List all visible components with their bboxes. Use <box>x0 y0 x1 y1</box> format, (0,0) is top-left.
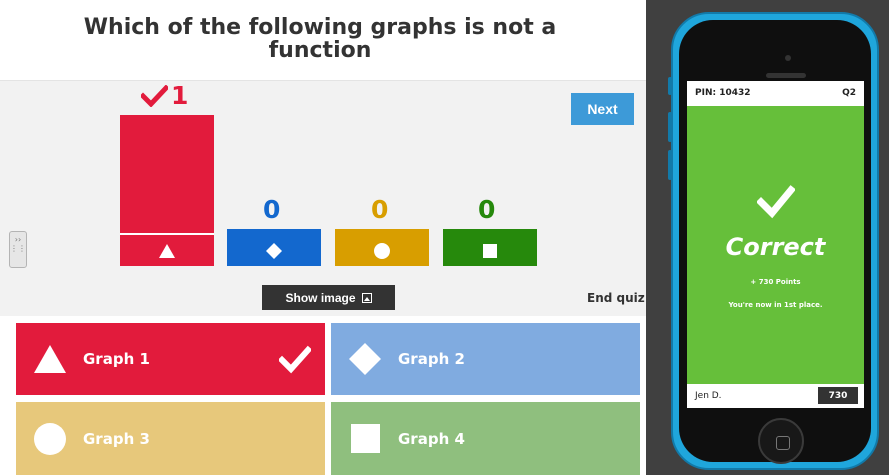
check-icon <box>141 85 168 107</box>
result-panel: Correct + 730 Points You're now in 1st p… <box>687 106 864 384</box>
side-panel-handle[interactable]: ›› ⋮⋮ <box>9 231 27 268</box>
bar-count-label: 0 <box>478 195 496 224</box>
answer-tile-graph-3[interactable]: Graph 3 <box>16 402 325 475</box>
bar-shape-base <box>335 235 429 266</box>
game-pin: PIN: 10432 <box>695 88 751 98</box>
correct-check-icon <box>279 345 311 374</box>
image-icon <box>361 292 372 303</box>
phone-speaker <box>766 73 806 78</box>
results-bar-diamond <box>227 229 321 266</box>
player-screen: PIN: 10432 Q2 Correct + 730 Points You'r… <box>687 81 864 408</box>
player-name: Jen D. <box>695 391 722 401</box>
diamond-icon <box>266 242 282 259</box>
points-earned: + 730 Points <box>750 278 801 286</box>
next-button[interactable]: Next <box>571 93 634 125</box>
bar-count-value: 1 <box>171 81 189 110</box>
show-image-button[interactable]: Show image <box>262 285 395 310</box>
triangle-icon <box>34 343 66 375</box>
answer-tile-graph-2[interactable]: Graph 2 <box>331 323 640 395</box>
answer-label: Graph 3 <box>83 429 150 448</box>
results-bar-circle <box>335 229 429 266</box>
result-label: Correct <box>725 233 826 261</box>
bar-count-label: 0 <box>263 195 281 224</box>
square-icon <box>349 423 381 455</box>
bar-count-label: 1 <box>141 83 188 109</box>
results-bar-square <box>443 229 537 266</box>
results-area <box>0 80 646 316</box>
bar-shape-base <box>120 235 214 266</box>
diamond-icon <box>349 343 381 375</box>
answer-label: Graph 2 <box>398 350 465 368</box>
results-bar-triangle <box>120 115 214 266</box>
player-score: 730 <box>818 387 858 404</box>
phone-home-button[interactable] <box>758 418 804 464</box>
bar-shape-base <box>443 235 537 266</box>
show-image-label: Show image <box>285 290 356 305</box>
question-number: Q2 <box>842 88 856 98</box>
phone-camera <box>785 55 791 61</box>
quiz-host-panel: Which of the following graphs is not a f… <box>0 0 646 475</box>
check-icon <box>757 185 795 219</box>
bar-count-label: 0 <box>371 195 389 224</box>
answer-tile-graph-4[interactable]: Graph 4 <box>331 402 640 475</box>
bar-shape-base <box>227 235 321 266</box>
player-bottom-bar: Jen D. 730 <box>687 384 864 408</box>
player-top-bar: PIN: 10432 Q2 <box>687 81 864 105</box>
place-status: You're now in 1st place. <box>728 301 823 309</box>
square-icon <box>483 243 497 258</box>
end-quiz-link[interactable]: End quiz <box>587 291 645 305</box>
answer-label: Graph 4 <box>398 429 465 448</box>
triangle-icon <box>159 243 175 258</box>
question-title: Which of the following graphs is not a f… <box>83 15 557 63</box>
answer-label: Graph 1 <box>83 350 150 368</box>
circle-icon <box>34 422 66 455</box>
answer-tile-graph-1[interactable]: Graph 1 <box>16 323 325 395</box>
circle-icon <box>374 242 390 259</box>
